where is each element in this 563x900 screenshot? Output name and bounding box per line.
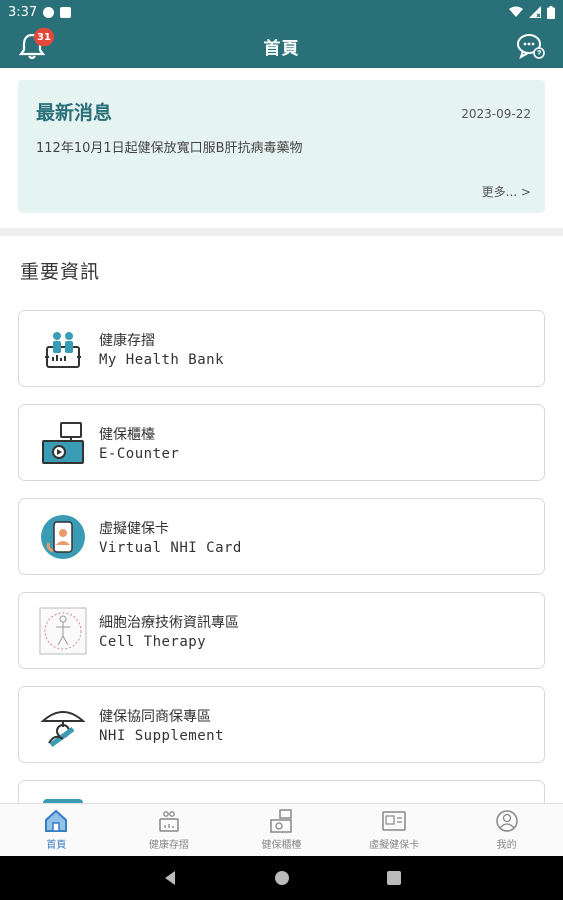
nav-home[interactable]: 首頁 [0,804,113,856]
news-heading: 最新消息 [36,102,113,124]
recents-icon[interactable] [386,870,402,886]
section-title: 重要資訊 [20,261,101,283]
signal-icon [529,6,541,18]
virtual-card-icon [41,514,85,559]
nhi-card-icon [382,811,406,831]
nav-label: 虛擬健保卡 [369,840,420,851]
back-icon[interactable] [162,870,178,886]
news-date: 2023-09-22 [461,107,531,121]
tile-title-en: Virtual NHI Card [99,539,242,556]
page-title: 首頁 [263,38,300,59]
notification-status-icon [43,6,55,18]
news-item[interactable]: 112年10月1日起健保放寬口服B肝抗病毒藥物 [36,137,303,156]
tile-title-zh: 虛擬健保卡 [99,520,169,537]
important-info-list: 健康存摺 My Health Bank 健保櫃檯 E-Counter 虛擬健保卡… [18,310,545,803]
partial-tile-icon [43,799,83,803]
nav-label: 我的 [496,840,517,851]
home-button-icon[interactable] [274,870,290,886]
nav-label: 健康存摺 [148,840,189,851]
tile-cell-therapy[interactable]: 細胞治療技術資訊專區 Cell Therapy [18,592,545,669]
notification-badge: 31 [34,28,54,46]
e-counter-icon [42,421,84,464]
health-bank-icon [45,331,81,368]
tile-title-zh: 健康存摺 [99,332,155,349]
system-nav-bar [0,856,563,900]
bottom-nav: 首頁 健康存摺 健保櫃檯 虛擬健保卡 我的 [0,803,563,856]
tile-title-en: NHI Supplement [99,727,225,744]
cell-therapy-icon [39,607,87,654]
home-icon [45,809,68,832]
latest-news-card[interactable]: 最新消息 2023-09-22 112年10月1日起健保放寬口服B肝抗病毒藥物 … [18,80,545,213]
e-counter-icon [270,809,293,833]
tile-title-en: E-Counter [99,445,180,462]
nav-virtual-card[interactable]: 虛擬健保卡 [338,804,451,856]
nav-e-counter[interactable]: 健保櫃檯 [225,804,338,856]
tile-title-zh: 健保協同商保專區 [99,708,211,725]
news-more-link[interactable]: 更多... > [482,183,531,200]
section-divider [0,228,563,236]
tile-my-health-bank[interactable]: 健康存摺 My Health Bank [18,310,545,387]
tile-title-zh: 健保櫃檯 [99,426,155,443]
health-bank-icon [159,811,179,832]
supplement-icon [40,710,86,747]
tile-title-en: My Health Bank [99,351,225,368]
nav-health-bank[interactable]: 健康存摺 [113,804,226,856]
tile-nhi-supplement[interactable]: 健保協同商保專區 NHI Supplement [18,686,545,763]
chat-support-icon[interactable] [515,30,547,62]
nav-label: 首頁 [46,840,67,851]
tile-virtual-nhi-card[interactable]: 虛擬健保卡 Virtual NHI Card [18,498,545,575]
battery-icon [547,5,555,19]
tile-title-zh: 細胞治療技術資訊專區 [99,614,239,631]
status-time: 3:37 [8,4,38,20]
wifi-icon [509,6,523,17]
sd-card-icon [60,6,72,18]
app-bar: 31 首頁 [0,24,563,68]
nav-label: 健保櫃檯 [261,840,302,851]
tile-partially-visible[interactable] [18,780,545,803]
profile-icon [495,810,518,832]
status-bar: 3:37 [0,0,563,24]
tile-e-counter[interactable]: 健保櫃檯 E-Counter [18,404,545,481]
nav-profile[interactable]: 我的 [450,804,563,856]
tile-title-en: Cell Therapy [99,633,207,650]
